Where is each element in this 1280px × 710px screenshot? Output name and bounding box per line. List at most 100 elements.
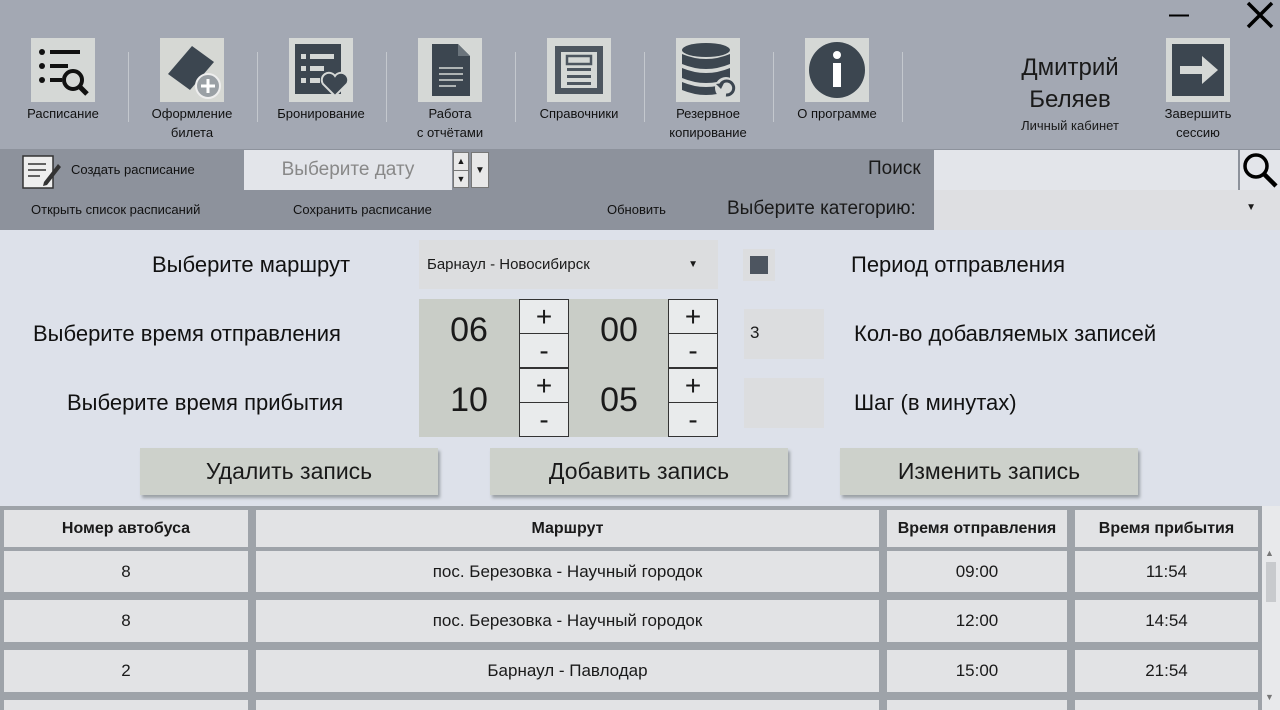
departure-hour: 06 [450, 311, 488, 349]
toolbar-booking-label: Бронирование [277, 106, 365, 121]
report-document-icon [418, 38, 482, 102]
toolbar-about-label: О программе [797, 106, 877, 121]
date-picker-input[interactable]: Выберите дату [244, 150, 452, 190]
open-schedule-list-button[interactable]: Открыть список расписаний [31, 202, 200, 217]
user-profile[interactable]: Дмитрий Беляев Личный кабинет [1010, 52, 1130, 133]
column-header-departure[interactable]: Время отправления [887, 510, 1067, 547]
table-cell[interactable] [887, 700, 1067, 710]
table-cell[interactable]: Барнаул - Павлодар [256, 650, 879, 692]
table-cell[interactable]: 14:54 [1075, 600, 1258, 642]
main-toolbar: Расписание Оформление билета Бронировани… [0, 30, 1280, 150]
table-cell[interactable]: 11:54 [1075, 551, 1258, 592]
personal-cabinet-link[interactable]: Личный кабинет [1010, 118, 1130, 133]
table-cell[interactable]: 2 [4, 650, 248, 692]
delete-record-button[interactable]: Удалить запись [140, 448, 438, 495]
toolbar-reports-label: Работа с отчётами [416, 106, 484, 140]
table-vertical-scrollbar[interactable]: ▲ ▼ [1262, 506, 1280, 710]
scroll-down-icon[interactable]: ▼ [1265, 692, 1274, 702]
table-cell[interactable]: 15:00 [887, 650, 1067, 692]
toolbar-about[interactable]: О программе [777, 38, 897, 123]
departure-time-label: Выберите время отправления [33, 321, 341, 346]
close-button[interactable] [1240, 0, 1280, 30]
date-spinner[interactable]: ▲ ▼ [453, 152, 469, 188]
column-header-bus-number[interactable]: Номер автобуса [4, 510, 248, 547]
spin-down-icon[interactable]: ▼ [454, 169, 468, 188]
refresh-button[interactable]: Обновить [607, 202, 666, 217]
scrollbar-thumb[interactable] [1266, 562, 1276, 602]
search-icon [1243, 153, 1278, 188]
toolbar-separator [644, 52, 645, 122]
arrival-hour: 10 [450, 381, 488, 419]
toolbar-ticket[interactable]: Оформление билета [132, 38, 252, 142]
create-schedule-button[interactable]: Создать расписание [20, 152, 220, 190]
route-label: Выберите маршрут [152, 252, 351, 277]
table-cell[interactable]: 12:00 [887, 600, 1067, 642]
time-picker-panel: 06 00 10 05 + - + - + - + - [419, 299, 718, 437]
toolbar-backup[interactable]: Резервное копирование [648, 38, 768, 142]
checkbox-checked-mark [750, 256, 768, 274]
logout-label: Завершить сессию [1164, 106, 1232, 140]
chevron-down-icon: ▼ [1246, 202, 1256, 213]
date-dropdown-button[interactable]: ▼ [471, 152, 489, 188]
departure-hour-plus-button[interactable]: + [519, 299, 569, 334]
table-cell[interactable]: 09:00 [887, 551, 1067, 592]
period-label: Период отправления [851, 252, 1066, 277]
table-cell[interactable] [256, 700, 879, 710]
toolbar-separator [773, 52, 774, 122]
route-select[interactable]: Барнаул - Новосибирск ▼ [419, 240, 718, 289]
toolbar-separator [128, 52, 129, 122]
save-schedule-button[interactable]: Сохранить расписание [293, 202, 432, 217]
logout-button[interactable]: Завершить сессию [1138, 38, 1258, 142]
table-cell[interactable]: 8 [4, 600, 248, 642]
departure-hour-minus-button[interactable]: - [519, 333, 569, 368]
reference-book-icon [547, 38, 611, 102]
info-icon [805, 38, 869, 102]
toolbar-separator [515, 52, 516, 122]
period-checkbox[interactable] [743, 249, 775, 281]
records-count-input[interactable]: 3 [744, 309, 824, 359]
close-icon [1246, 1, 1274, 29]
column-header-arrival[interactable]: Время прибытия [1075, 510, 1258, 547]
toolbar-backup-label: Резервное копирование [669, 106, 747, 140]
search-input[interactable] [934, 150, 1238, 190]
table-cell[interactable] [1075, 700, 1258, 710]
toolbar-separator [902, 52, 903, 122]
chevron-down-icon: ▼ [475, 164, 485, 176]
toolbar-schedule[interactable]: Расписание [3, 38, 123, 123]
spin-up-icon[interactable]: ▲ [454, 153, 468, 170]
edit-document-icon [22, 155, 61, 189]
toolbar-booking[interactable]: Бронирование [261, 38, 381, 123]
arrival-hour-plus-button[interactable]: + [519, 368, 569, 403]
table-cell[interactable]: 21:54 [1075, 650, 1258, 692]
departure-minute: 00 [600, 311, 638, 349]
category-select[interactable]: ▼ [934, 190, 1280, 230]
table-cell[interactable]: 8 [4, 551, 248, 592]
category-label: Выберите категорию: [727, 198, 916, 219]
search-label: Поиск [868, 158, 921, 179]
arrival-minute-plus-button[interactable]: + [668, 368, 718, 403]
departure-minute-minus-button[interactable]: - [668, 333, 718, 368]
arrival-minute: 05 [600, 381, 638, 419]
schedule-table: Номер автобуса Маршрут Время отправления… [0, 506, 1262, 710]
edit-record-button[interactable]: Изменить запись [840, 448, 1138, 495]
arrival-minute-minus-button[interactable]: - [668, 402, 718, 437]
arrival-time-label: Выберите время прибытия [67, 390, 344, 415]
toolbar-reference[interactable]: Справочники [519, 38, 639, 123]
table-cell[interactable]: пос. Березовка - Научный городок [256, 600, 879, 642]
scroll-up-icon[interactable]: ▲ [1265, 548, 1274, 558]
ticket-add-icon [160, 38, 224, 102]
minimize-button[interactable]: — [1164, 0, 1194, 30]
table-cell[interactable]: пос. Березовка - Научный городок [256, 551, 879, 592]
table-cell[interactable] [4, 700, 248, 710]
search-button[interactable] [1240, 150, 1280, 190]
chevron-down-icon: ▼ [688, 259, 698, 270]
database-backup-icon [676, 38, 740, 102]
toolbar-reports[interactable]: Работа с отчётами [390, 38, 510, 142]
toolbar-schedule-label: Расписание [27, 106, 99, 121]
arrival-hour-minus-button[interactable]: - [519, 402, 569, 437]
step-minutes-input[interactable] [744, 378, 824, 428]
add-record-button[interactable]: Добавить запись [490, 448, 788, 495]
logout-arrow-icon [1166, 38, 1230, 102]
column-header-route[interactable]: Маршрут [256, 510, 879, 547]
departure-minute-plus-button[interactable]: + [668, 299, 718, 334]
